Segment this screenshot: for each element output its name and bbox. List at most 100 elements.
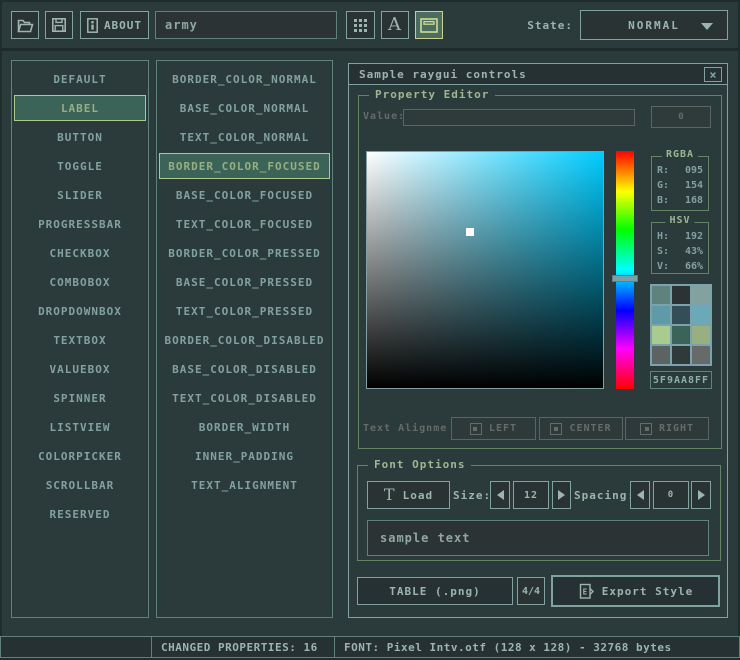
rgba-g-row: G:154 <box>652 178 708 193</box>
rgba-r-value: 095 <box>685 163 703 178</box>
style-color-swatch[interactable] <box>652 306 670 324</box>
align-right-button[interactable]: RIGHT <box>625 417 709 440</box>
style-color-swatch[interactable] <box>672 286 690 304</box>
controls-list-item[interactable]: SLIDER <box>14 182 146 208</box>
window-titlebar[interactable]: Sample raygui controls <box>349 64 727 85</box>
controls-list-item[interactable]: BUTTON <box>14 124 146 150</box>
controls-list-item[interactable]: CHECKBOX <box>14 240 146 266</box>
statusbar-font-info: FONT: Pixel Intv.otf (128 x 128) - 32768… <box>334 636 740 658</box>
save-style-button[interactable] <box>45 11 73 39</box>
value-spinner[interactable]: 0 <box>651 106 711 128</box>
sample-controls-window: Sample raygui controls × Property Editor… <box>348 63 728 618</box>
style-color-swatch[interactable] <box>692 306 710 324</box>
controls-list-item[interactable]: LABEL <box>14 95 146 121</box>
align-right-label: RIGHT <box>659 423 694 434</box>
controls-list-item[interactable]: COLORPICKER <box>14 443 146 469</box>
properties-list-item[interactable]: TEXT_COLOR_NORMAL <box>159 124 330 150</box>
controls-list-item[interactable]: RESERVED <box>14 501 146 527</box>
size-value-box[interactable]: 12 <box>513 481 549 509</box>
spacing-label: Spacing: <box>574 481 635 509</box>
controls-list-item[interactable]: DEFAULT <box>14 66 146 92</box>
size-increase-button[interactable] <box>552 481 571 509</box>
spacing-increase-button[interactable] <box>691 481 711 509</box>
properties-list-item[interactable]: TEXT_COLOR_DISABLED <box>159 385 330 411</box>
properties-list-item[interactable]: BORDER_COLOR_DISABLED <box>159 327 330 353</box>
toolbar-divider <box>0 48 740 51</box>
close-button[interactable]: × <box>704 67 722 82</box>
about-button-label: ABOUT <box>104 19 142 32</box>
properties-list-item[interactable]: BORDER_COLOR_FOCUSED <box>159 153 330 179</box>
hsv-s-row: S:43% <box>652 244 708 259</box>
hue-slider-handle[interactable] <box>612 275 638 282</box>
align-center-label: CENTER <box>569 423 611 434</box>
size-value: 12 <box>524 490 538 501</box>
arrow-right-icon <box>698 490 705 500</box>
hue-bar[interactable] <box>616 151 634 389</box>
rguistyler-window: ABOUT army A State: NORMAL DEFAULT LABEL B… <box>0 0 740 660</box>
properties-list-item[interactable]: BORDER_COLOR_NORMAL <box>159 66 330 92</box>
properties-list-item[interactable]: TEXT_COLOR_PRESSED <box>159 298 330 324</box>
sample-text-input[interactable]: sample text <box>367 520 709 556</box>
align-left-button[interactable]: LEFT <box>451 417 536 440</box>
controls-view-button[interactable] <box>415 11 443 39</box>
grid-view-button[interactable] <box>346 11 375 39</box>
properties-list-item[interactable]: BASE_COLOR_FOCUSED <box>159 182 330 208</box>
controls-list-item[interactable]: TOGGLE <box>14 153 146 179</box>
hsv-h-row: H:192 <box>652 229 708 244</box>
style-color-swatch[interactable] <box>652 286 670 304</box>
color-picker-cursor[interactable] <box>466 228 474 236</box>
size-label: Size: <box>453 481 491 509</box>
state-label: State: <box>495 18 573 34</box>
font-view-button[interactable]: A <box>381 11 409 39</box>
hsv-v-row: V:66% <box>652 259 708 274</box>
hex-value: 5F9AA8FF <box>653 375 709 386</box>
properties-list-item[interactable]: INNER_PADDING <box>159 443 330 469</box>
style-color-swatch[interactable] <box>652 326 670 344</box>
properties-list-item[interactable]: BORDER_COLOR_PRESSED <box>159 240 330 266</box>
style-color-swatch[interactable] <box>692 326 710 344</box>
style-name-input[interactable]: army <box>155 11 337 39</box>
state-dropdown-value: NORMAL <box>628 19 680 32</box>
hex-value-box[interactable]: 5F9AA8FF <box>650 371 712 389</box>
align-right-icon <box>640 423 652 435</box>
grid-icon <box>354 19 367 32</box>
color-picker-panel[interactable] <box>366 151 604 389</box>
about-button[interactable]: ABOUT <box>80 11 149 39</box>
statusbar-changed-properties: CHANGED PROPERTIES: 16 <box>151 636 335 658</box>
style-name-value: army <box>165 18 198 32</box>
load-font-button[interactable]: T Load <box>367 481 450 509</box>
properties-list-item[interactable]: TEXT_COLOR_FOCUSED <box>159 211 330 237</box>
controls-list-item[interactable]: LISTVIEW <box>14 414 146 440</box>
style-color-swatch[interactable] <box>652 346 670 364</box>
controls-list-item[interactable]: SCROLLBAR <box>14 472 146 498</box>
align-center-button[interactable]: CENTER <box>539 417 623 440</box>
controls-list-item[interactable]: VALUEBOX <box>14 356 146 382</box>
controls-list-item[interactable]: PROGRESSBAR <box>14 211 146 237</box>
style-color-swatch[interactable] <box>692 346 710 364</box>
properties-list: BORDER_COLOR_NORMAL BASE_COLOR_NORMAL TEXT… <box>156 60 333 618</box>
style-color-swatch[interactable] <box>672 326 690 344</box>
export-format-button[interactable]: TABLE (.png) <box>357 577 513 605</box>
controls-list-item[interactable]: COMBOBOX <box>14 269 146 295</box>
properties-list-item[interactable]: TEXT_ALIGNMENT <box>159 472 330 498</box>
properties-list-item[interactable]: BASE_COLOR_DISABLED <box>159 356 330 382</box>
controls-list-item[interactable]: SPINNER <box>14 385 146 411</box>
properties-list-item[interactable]: BASE_COLOR_NORMAL <box>159 95 330 121</box>
controls-list-item[interactable]: TEXTBOX <box>14 327 146 353</box>
style-color-swatch[interactable] <box>672 306 690 324</box>
state-dropdown[interactable]: NORMAL <box>580 10 728 40</box>
style-color-swatch[interactable] <box>672 346 690 364</box>
properties-list-item[interactable]: BASE_COLOR_PRESSED <box>159 269 330 295</box>
window-icon <box>420 18 438 33</box>
size-decrease-button[interactable] <box>490 481 510 509</box>
style-color-swatch[interactable] <box>692 286 710 304</box>
spacing-value-box[interactable]: 0 <box>653 481 689 509</box>
properties-list-item[interactable]: BORDER_WIDTH <box>159 414 330 440</box>
pages-indicator[interactable]: 4/4 <box>517 577 545 605</box>
hsv-s-value: 43% <box>685 244 703 259</box>
spacing-decrease-button[interactable] <box>630 481 650 509</box>
export-style-button[interactable]: E Export Style <box>551 575 720 607</box>
controls-list-item[interactable]: DROPDOWNBOX <box>14 298 146 324</box>
open-style-button[interactable] <box>11 11 39 39</box>
value-input[interactable] <box>403 109 635 126</box>
